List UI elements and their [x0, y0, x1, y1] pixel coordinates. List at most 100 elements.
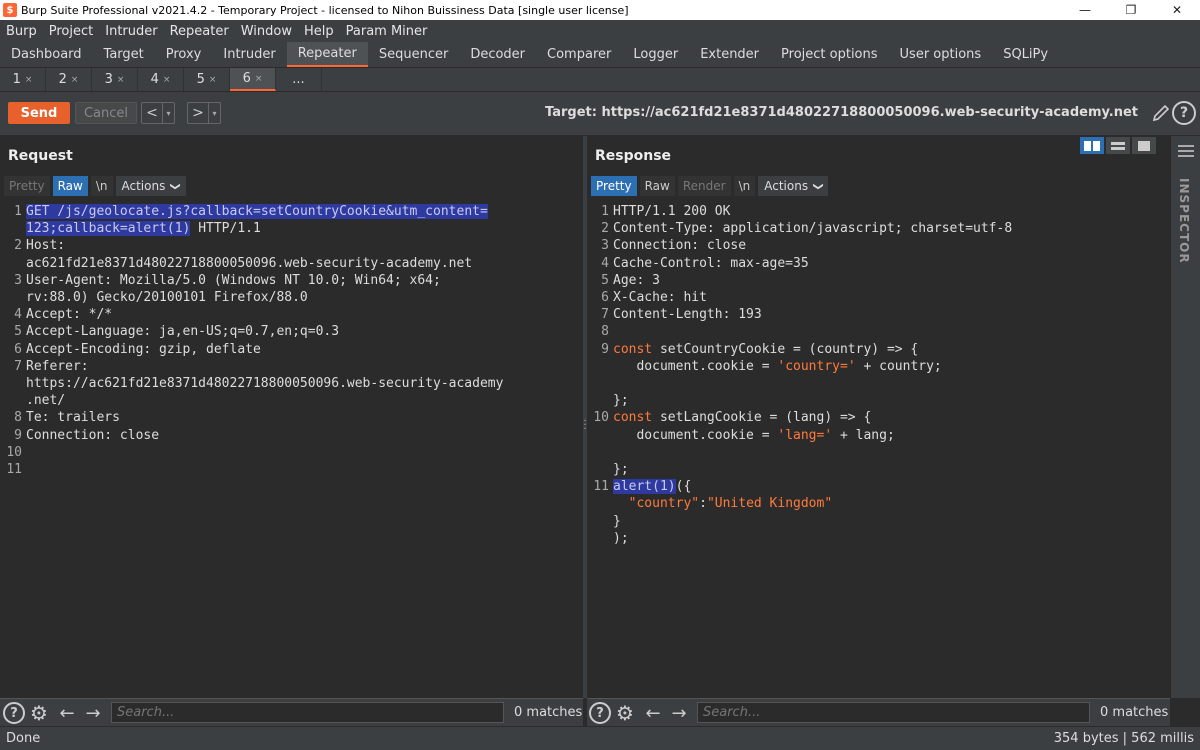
menu-item-param-miner[interactable]: Param Miner — [340, 24, 434, 39]
request-tab-raw[interactable]: Raw — [52, 176, 88, 196]
code-line: document.cookie = 'country=' + country; — [613, 358, 941, 375]
next-match-icon[interactable]: → — [82, 702, 104, 724]
tab-extender[interactable]: Extender — [689, 42, 770, 67]
menu-item-project[interactable]: Project — [43, 24, 99, 39]
code-token: HTTP/1.1 — [190, 221, 261, 237]
target-url[interactable]: Target: https://ac621fd21e8371d480227188… — [545, 105, 1138, 120]
back-history-dropdown[interactable]: ▾ — [162, 103, 174, 123]
menu-item-window[interactable]: Window — [235, 24, 298, 39]
response-tab-newline[interactable]: \n — [733, 176, 756, 196]
response-actions-menu[interactable]: Actions ❯ — [758, 176, 829, 196]
code-token: alert(1) — [613, 479, 676, 495]
inspector-panel[interactable]: INSPECTOR — [1170, 136, 1200, 698]
code-token: Host: — [26, 238, 66, 254]
layout-stacked-button[interactable] — [1106, 137, 1130, 154]
close-icon[interactable]: × — [209, 75, 217, 85]
main-tab-bar: Dashboard Target Proxy Intruder Repeater Sequ… — [0, 42, 1200, 68]
response-tab-pretty[interactable]: Pretty — [591, 176, 637, 196]
repeater-tab-1[interactable]: 1 × — [0, 68, 46, 91]
back-button[interactable]: < — [142, 103, 162, 123]
tab-project-options[interactable]: Project options — [770, 42, 889, 67]
code-token: Accept-Language: ja,en-US;q=0.7,en;q=0.3 — [26, 324, 340, 340]
code-token: document.cookie = — [613, 358, 778, 374]
pencil-icon[interactable] — [1150, 102, 1172, 124]
tab-logger[interactable]: Logger — [622, 42, 689, 67]
code-token: setCountryCookie — [260, 204, 387, 219]
cancel-button[interactable]: Cancel — [75, 102, 137, 124]
code-line: ac621fd21e8371d48022718800050096.web-sec… — [26, 255, 472, 272]
forward-button[interactable]: > — [188, 103, 208, 123]
tab-dashboard[interactable]: Dashboard — [0, 42, 93, 67]
close-icon[interactable]: × — [255, 74, 263, 84]
tab-user-options[interactable]: User options — [889, 42, 993, 67]
request-tab-pretty[interactable]: Pretty — [4, 176, 50, 196]
code-token: 123;callback=alert(1) — [26, 221, 191, 237]
layout-tabs-button[interactable] — [1132, 137, 1156, 154]
tab-proxy[interactable]: Proxy — [155, 42, 213, 67]
code-token: setLangCookie = (lang) => { — [652, 410, 872, 426]
previous-match-icon[interactable]: ← — [642, 702, 664, 724]
code-token: Content-Length: 193 — [613, 307, 762, 323]
help-icon[interactable]: ? — [1172, 101, 1196, 125]
previous-match-icon[interactable]: ← — [56, 702, 78, 724]
repeater-tab-6[interactable]: 6 × — [230, 68, 276, 91]
close-icon[interactable]: × — [25, 75, 33, 85]
tab-decoder[interactable]: Decoder — [459, 42, 536, 67]
tab-sqlipy[interactable]: SQLiPy — [992, 42, 1059, 67]
code-token: Cache-Control: max-age=35 — [613, 255, 809, 271]
tab-sequencer[interactable]: Sequencer — [368, 42, 459, 67]
restore-button[interactable]: ❐ — [1108, 0, 1154, 20]
request-tab-newline[interactable]: \n — [90, 176, 113, 196]
code-line: const setCountryCookie = (country) => { — [613, 341, 918, 358]
gear-icon[interactable]: ⚙ — [28, 701, 50, 725]
close-button[interactable]: ✕ — [1154, 0, 1200, 20]
code-line: Te: trailers — [26, 409, 120, 426]
tab-comparer[interactable]: Comparer — [536, 42, 622, 67]
code-token: GET /js/geolocate.js?callback= — [26, 204, 261, 219]
code-token: ({ — [675, 479, 692, 495]
tab-target[interactable]: Target — [93, 42, 155, 67]
request-search-input[interactable] — [111, 702, 504, 723]
menu-item-intruder[interactable]: Intruder — [99, 24, 163, 39]
request-actions-menu[interactable]: Actions ❯ — [115, 176, 186, 196]
close-icon[interactable]: × — [117, 75, 125, 85]
rows-icon — [1111, 141, 1125, 150]
response-tab-render[interactable]: Render — [677, 176, 731, 196]
response-editor[interactable]: 1 HTTP/1.1 200 OK 2 Content-Type: applicati… — [587, 201, 1170, 698]
help-icon[interactable]: ? — [589, 702, 611, 724]
forward-history-dropdown[interactable]: ▾ — [208, 103, 220, 123]
layout-side-by-side-button[interactable] — [1080, 137, 1104, 154]
minimize-button[interactable]: — — [1062, 0, 1108, 20]
code-token: https://ac621fd21e8371d48022718800050096… — [26, 376, 504, 391]
help-icon[interactable]: ? — [3, 702, 25, 724]
code-token: X-Cache: hit — [613, 290, 707, 305]
burp-logo-icon: $ — [3, 3, 17, 17]
next-match-icon[interactable]: → — [668, 702, 690, 724]
close-icon[interactable]: × — [163, 75, 171, 85]
line-number: 7 — [14, 358, 22, 374]
gear-icon[interactable]: ⚙ — [614, 701, 636, 725]
response-search-input[interactable] — [697, 702, 1090, 723]
tab-intruder[interactable]: Intruder — [212, 42, 286, 67]
close-icon[interactable]: × — [71, 75, 79, 85]
repeater-tab-2[interactable]: 2 × — [46, 68, 92, 91]
code-token: ); — [613, 530, 629, 546]
response-tab-raw[interactable]: Raw — [639, 176, 675, 196]
repeater-tab-3[interactable]: 3 × — [92, 68, 138, 91]
tab-repeater[interactable]: Repeater — [286, 42, 368, 67]
response-view-tabs: Pretty Raw Render \n Actions ❯ — [591, 176, 829, 196]
request-editor[interactable]: 1 GET /js/geolocate.js?callback=setCountr… — [0, 201, 583, 698]
send-button[interactable]: Send — [8, 102, 70, 124]
repeater-tab-4[interactable]: 4 × — [138, 68, 184, 91]
response-search-bar: ? ⚙ ← → 0 matches — [587, 698, 1170, 726]
line-number: 6 — [14, 341, 22, 357]
menu-item-repeater[interactable]: Repeater — [164, 24, 235, 39]
inspector-menu-icon[interactable] — [1178, 145, 1194, 160]
repeater-tab-7[interactable]: ... — [276, 68, 322, 91]
menu-item-help[interactable]: Help — [298, 24, 340, 39]
repeater-tab-5[interactable]: 5 × — [184, 68, 230, 91]
response-actions-label: Actions — [764, 179, 809, 193]
menu-item-burp[interactable]: Burp — [0, 24, 43, 39]
request-title: Request — [8, 148, 73, 164]
